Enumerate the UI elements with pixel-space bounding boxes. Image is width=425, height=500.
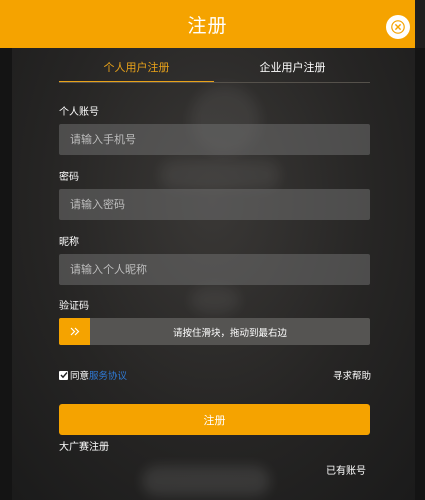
background-blur — [160, 160, 280, 190]
agreement-checkbox[interactable] — [59, 370, 68, 380]
slider-handle[interactable] — [59, 318, 90, 345]
captcha-label: 验证码 — [59, 301, 89, 312]
close-icon — [391, 20, 405, 34]
slider-hint: 请按住滑块，拖动到最右边 — [172, 327, 287, 339]
service-agreement-link[interactable]: 服务协议 — [89, 368, 127, 382]
nickname-input[interactable] — [59, 254, 370, 285]
tab-personal[interactable]: 个人用户注册 — [59, 52, 214, 82]
modal-header: 注册 — [0, 0, 415, 48]
checkmark-icon — [59, 372, 68, 379]
existing-account-link[interactable]: 已有账号 — [326, 462, 366, 477]
contest-register-link[interactable]: 大广赛注册 — [59, 438, 109, 453]
password-input[interactable] — [59, 189, 370, 220]
background-blur — [190, 285, 240, 315]
account-label: 个人账号 — [59, 107, 99, 118]
background-blur — [142, 466, 270, 496]
help-link[interactable]: 寻求帮助 — [333, 368, 371, 382]
captcha-slider[interactable]: 请按住滑块，拖动到最右边 — [59, 318, 370, 345]
register-button[interactable]: 注册 — [59, 404, 370, 435]
tab-enterprise[interactable]: 企业用户注册 — [215, 52, 370, 81]
double-chevron-right-icon — [70, 327, 79, 336]
register-tabs: 个人用户注册 企业用户注册 — [59, 52, 370, 83]
overlay-edge-right — [415, 48, 425, 500]
password-label: 密码 — [59, 172, 79, 183]
close-button[interactable] — [386, 15, 410, 39]
register-page: 注册 个人用户注册 企业用户注册 个人账号 密码 昵称 验证码 请按住滑块，拖动… — [0, 0, 425, 500]
overlay-edge-left — [0, 48, 12, 500]
phone-input[interactable] — [59, 124, 370, 155]
agreement-text: 同意 — [70, 371, 90, 382]
modal-title: 注册 — [187, 14, 228, 37]
agreement-row: 同意 服务协议 — [59, 368, 127, 382]
nickname-label: 昵称 — [59, 237, 79, 248]
